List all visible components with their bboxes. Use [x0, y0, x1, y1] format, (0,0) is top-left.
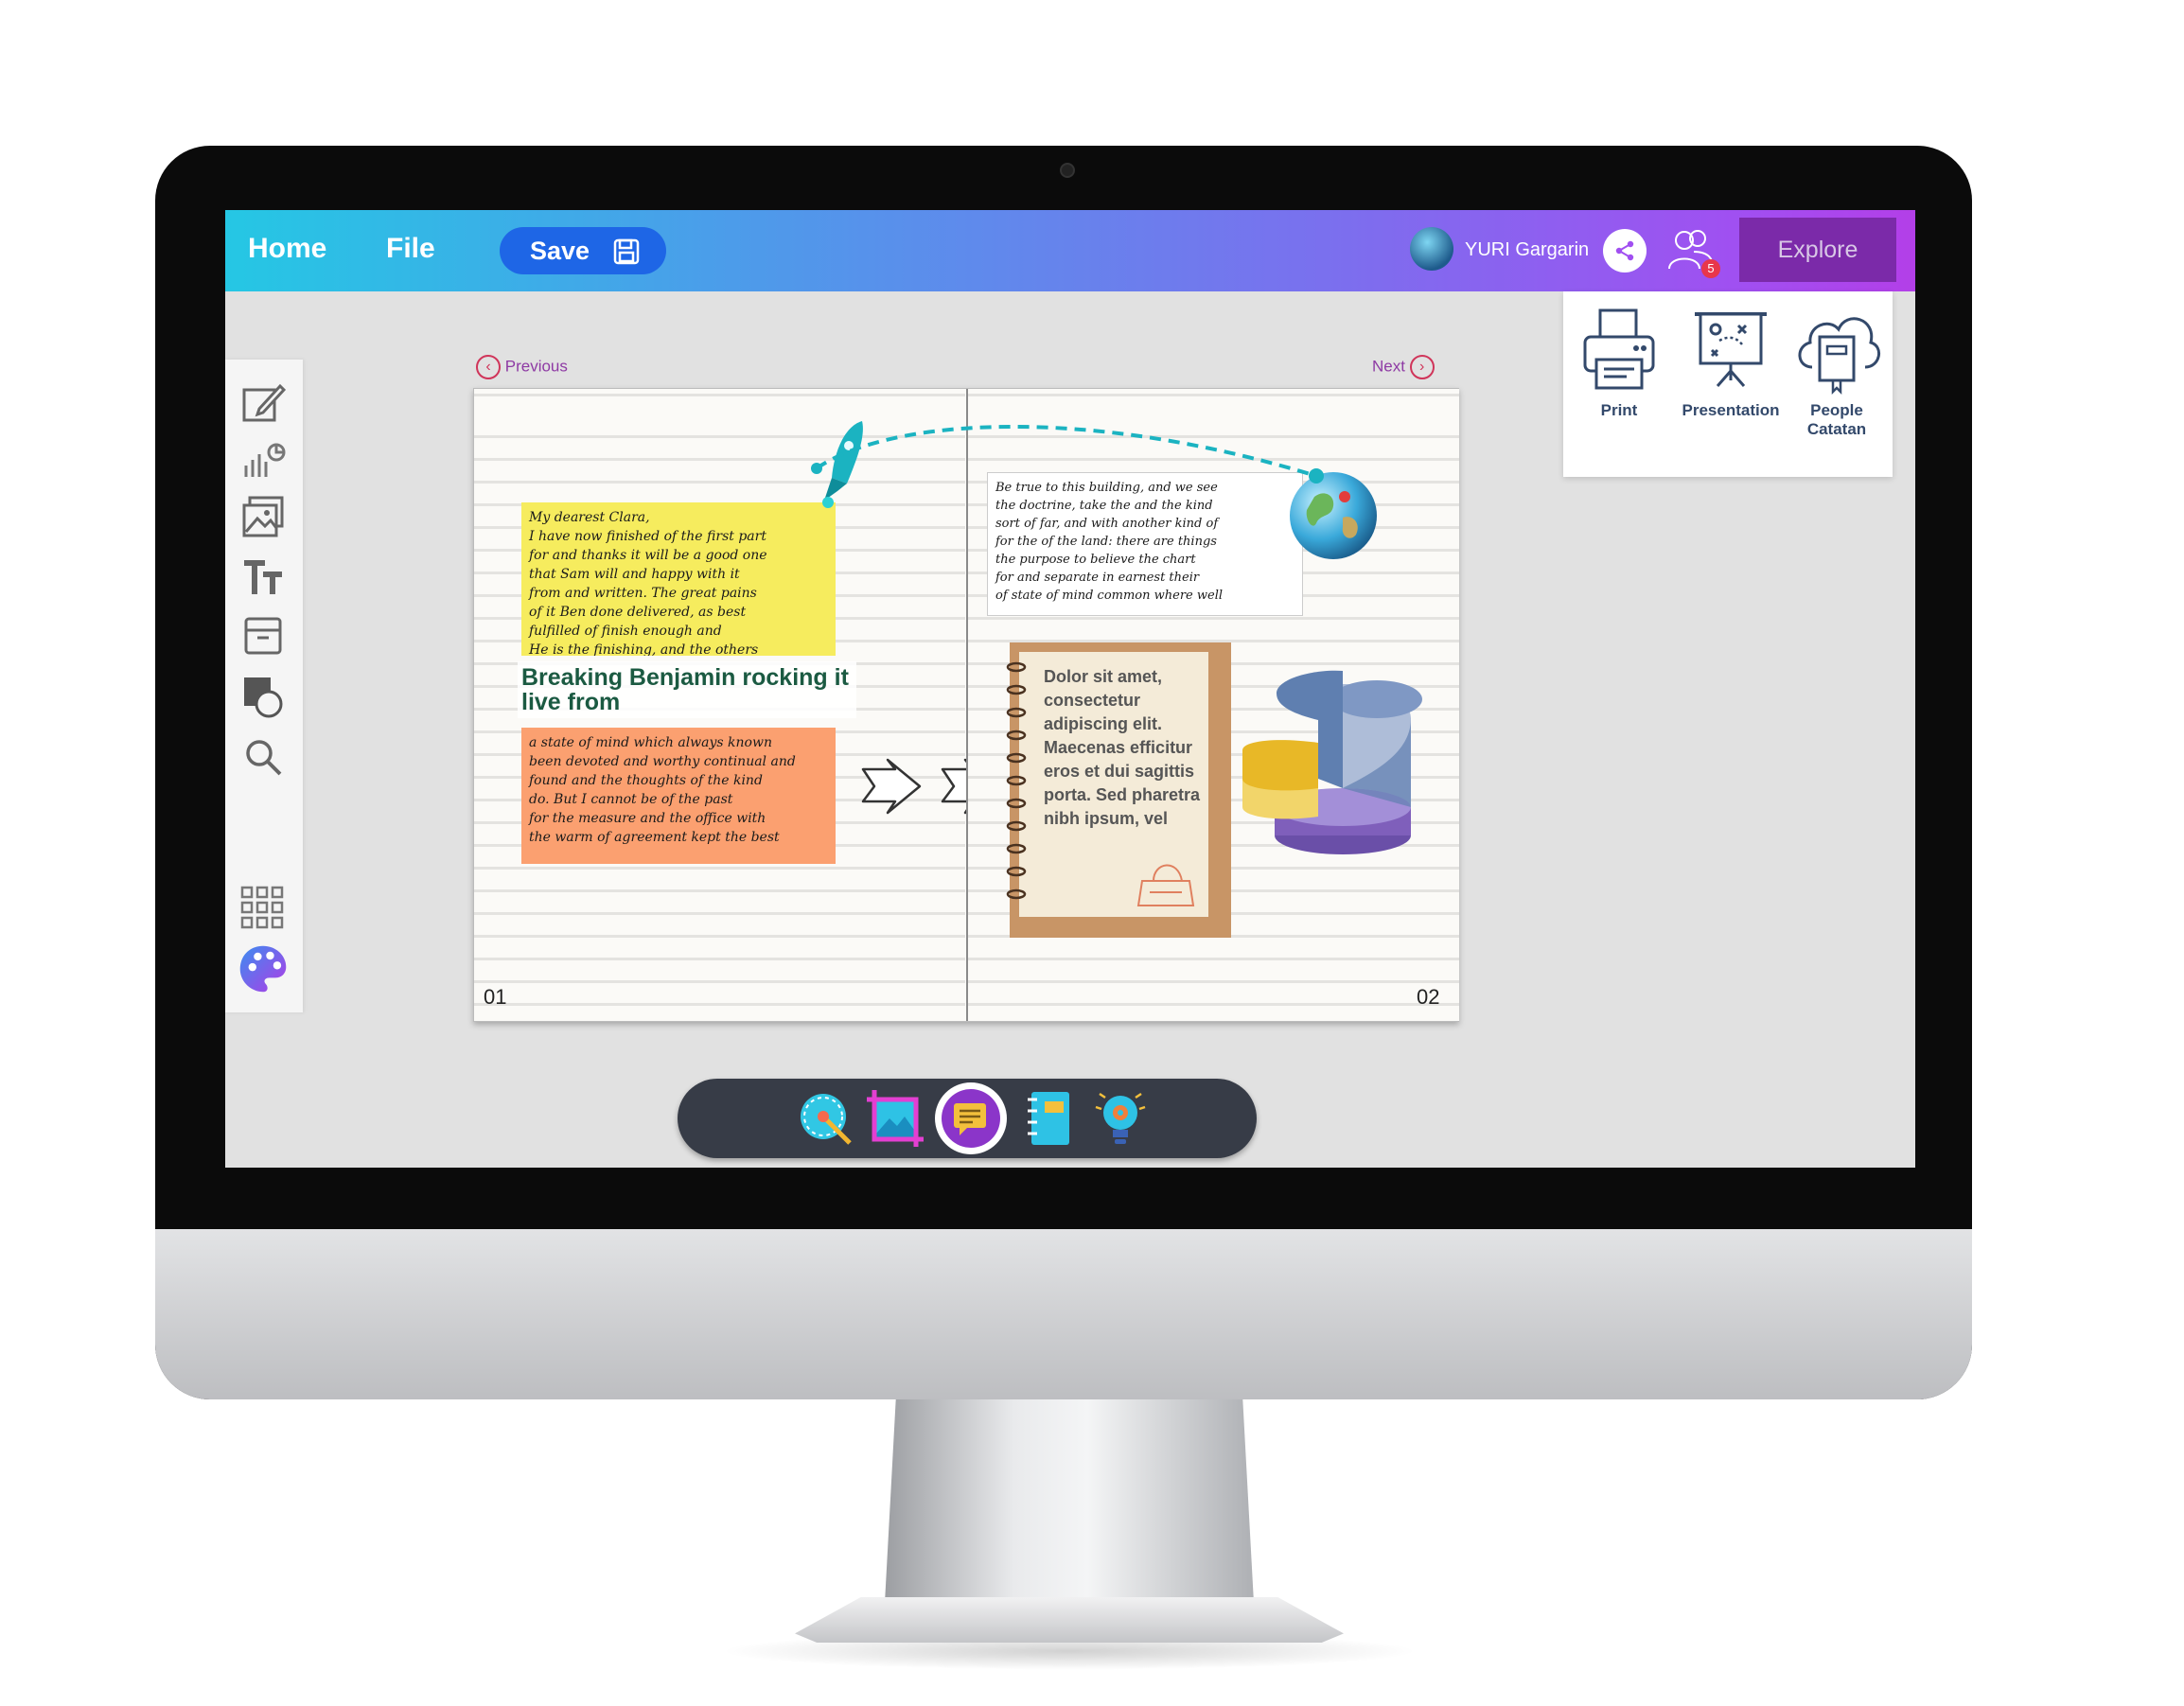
chat-note-icon[interactable] [941, 1088, 1001, 1149]
handwritten-note-yellow[interactable]: My dearest Clara, I have now finished of… [521, 502, 836, 656]
presentation-board-icon [1695, 312, 1767, 387]
tool-search[interactable] [237, 732, 290, 782]
tool-elements[interactable] [237, 611, 290, 660]
printer-icon [1583, 308, 1655, 390]
save-label: Save [530, 237, 590, 265]
toaster-icon [1136, 864, 1195, 906]
left-toolbar [225, 360, 303, 1012]
share-button[interactable] [1603, 229, 1647, 273]
image-icon [242, 496, 284, 537]
bottom-tool-dock [678, 1079, 1257, 1158]
idea-bulb-icon[interactable] [1090, 1088, 1151, 1149]
box-icon [244, 617, 282, 655]
page-number-left: 01 [484, 985, 507, 1009]
user-avatar[interactable] [1410, 227, 1453, 271]
monitor-chin [155, 1229, 1972, 1399]
dashed-trajectory-line [811, 425, 1324, 484]
magic-wand-icon[interactable] [795, 1088, 855, 1149]
text-icon [244, 560, 282, 594]
monitor-bezel: Home File Save YURI Gargarin 5 Explore P… [155, 146, 1972, 1399]
chart-icon [244, 443, 286, 477]
book-spread: My dearest Clara, I have now finished of… [473, 388, 1459, 1022]
shapes-icon [244, 677, 283, 718]
next-page-link[interactable]: Next › [1372, 355, 1435, 379]
share-icon [1615, 240, 1634, 261]
notepad-text: Dolor sit amet, consectetur adipiscing e… [1044, 667, 1201, 828]
menu-item-print[interactable]: Print [1567, 305, 1671, 420]
app-screen: Home File Save YURI Gargarin 5 Explore P… [225, 210, 1915, 1168]
menu-item-people-catatan-label: People Catatan [1806, 401, 1867, 438]
save-button[interactable]: Save [500, 227, 666, 274]
notebook-icon[interactable] [1018, 1088, 1079, 1149]
nav-home[interactable]: Home [248, 233, 326, 265]
spiral-notepad[interactable]: Dolor sit amet, consectetur adipiscing e… [1006, 642, 1231, 938]
cloud-book-icon [1798, 317, 1880, 396]
menu-item-presentation-label: Presentation [1682, 401, 1780, 419]
tool-shapes[interactable] [237, 672, 290, 721]
page-number-right: 02 [1417, 985, 1440, 1009]
tool-grid[interactable] [237, 884, 290, 933]
top-navigation-bar: Home File Save YURI Gargarin 5 Explore [225, 210, 1915, 291]
nav-file[interactable]: File [386, 233, 435, 265]
menu-item-people-catatan[interactable]: People Catatan [1787, 301, 1887, 439]
previous-page-link[interactable]: ‹ Previous [476, 355, 568, 379]
tool-images[interactable] [237, 492, 290, 541]
tool-edit[interactable] [237, 378, 290, 428]
edit-icon [242, 383, 286, 422]
tool-charts[interactable] [237, 435, 290, 484]
explore-dropdown-menu: Print Presentation People Catatan [1563, 291, 1893, 477]
search-icon [246, 740, 282, 776]
handwritten-note-orange[interactable]: a state of mind which always known been … [521, 728, 836, 864]
grid-icon [240, 886, 284, 929]
tool-text[interactable] [237, 553, 290, 602]
chevron-right-icon: › [1409, 355, 1435, 379]
previous-label: Previous [504, 357, 568, 376]
menu-item-presentation[interactable]: Presentation [1679, 305, 1783, 420]
notepad-paper: Dolor sit amet, consectetur adipiscing e… [1006, 652, 1208, 917]
palette-icon [239, 945, 287, 993]
floppy-disk-icon [613, 238, 640, 265]
next-label: Next [1372, 357, 1405, 376]
handwritten-letter[interactable]: Be true to this building, and we see the… [987, 472, 1303, 616]
crop-image-icon[interactable] [865, 1088, 925, 1149]
monitor-stand-base [795, 1597, 1344, 1643]
pie-chart-3d[interactable] [1239, 665, 1428, 864]
webcam [1060, 163, 1075, 178]
chevron-left-icon: ‹ [476, 355, 501, 379]
spiral-binding [1006, 661, 1027, 900]
notification-badge: 5 [1701, 259, 1720, 278]
username: YURI Gargarin [1465, 239, 1590, 260]
headline-text[interactable]: Breaking Benjamin rocking it live from [518, 661, 856, 718]
tool-palette[interactable] [237, 944, 290, 994]
menu-item-print-label: Print [1600, 401, 1638, 419]
explore-button[interactable]: Explore [1739, 218, 1896, 282]
monitor-stand [885, 1399, 1254, 1603]
